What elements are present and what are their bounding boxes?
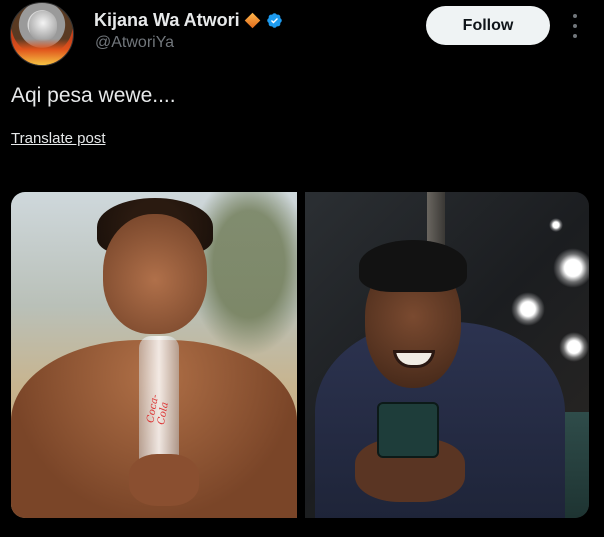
bottle-logo-text: Coca-Cola [145,393,171,426]
phone-shape [377,402,439,458]
diamond-badge-icon [244,12,260,29]
follow-button[interactable]: Follow [426,6,550,45]
more-dot [573,34,577,38]
more-dot [573,24,577,28]
author-handle[interactable]: @AtworiYa [95,34,174,52]
bokeh-light [553,248,589,288]
author-avatar[interactable] [10,2,74,66]
bokeh-light [511,292,545,326]
more-vertical-icon[interactable] [570,14,580,38]
man-hair-shape [359,240,467,292]
post-text: Aqi pesa wewe.... [11,84,176,107]
post-header: Kijana Wa Atwori @AtworiYa Follow [0,0,604,70]
author-display-name[interactable]: Kijana Wa Atwori [94,10,240,31]
media-image-left[interactable]: Coca-Cola [11,192,297,518]
author-name-row[interactable]: Kijana Wa Atwori [94,10,283,31]
media-image-right[interactable] [305,192,589,518]
more-dot [573,14,577,18]
avatar-face [29,11,57,41]
man-hands-shape [129,454,199,506]
man-head-shape [103,214,207,334]
post-media[interactable]: Coca-Cola [11,192,589,518]
bokeh-light [559,332,589,362]
avatar-flames [11,39,73,65]
verified-badge-icon [266,13,282,28]
translate-post-link[interactable]: Translate post [11,130,106,147]
bokeh-light [549,218,563,232]
